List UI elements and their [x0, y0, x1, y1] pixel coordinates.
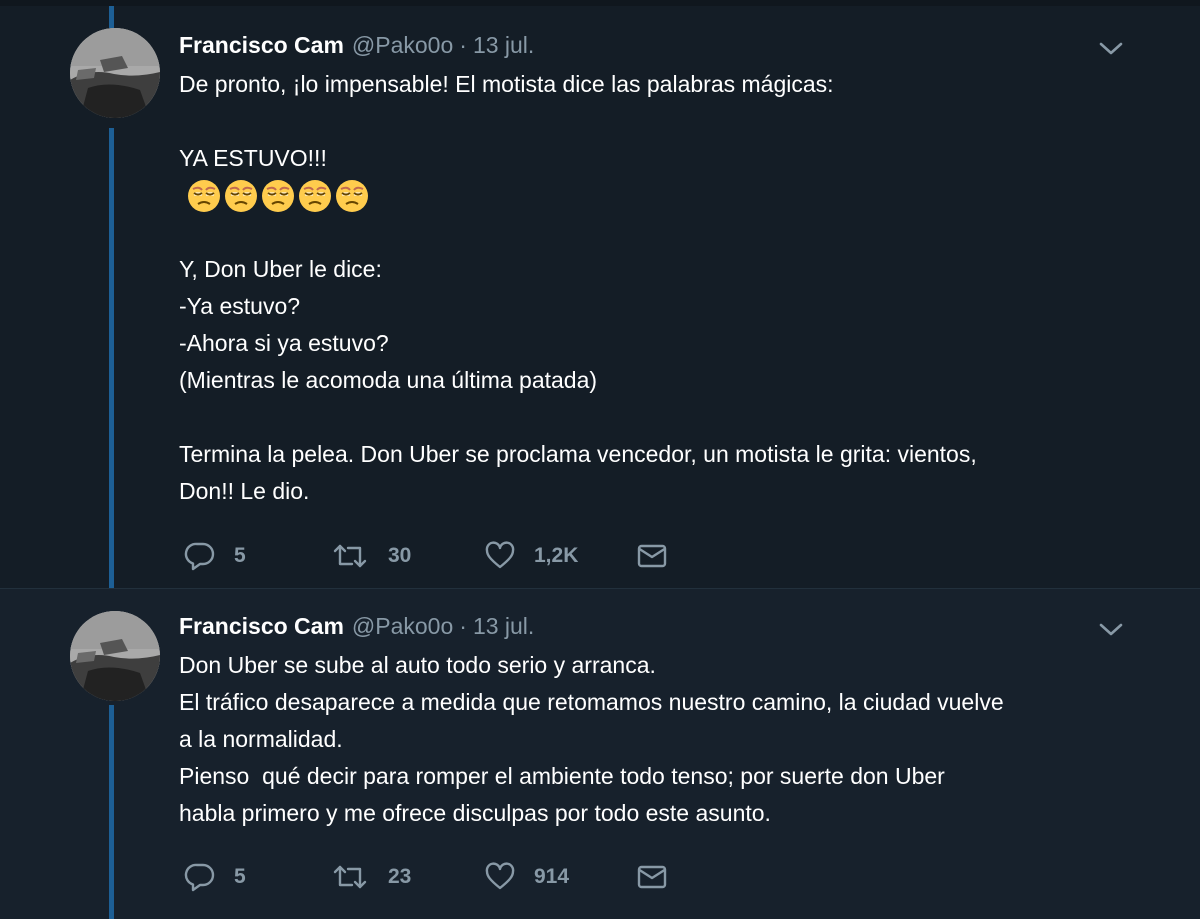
- thread-line: [109, 128, 114, 588]
- tweet-line: YA ESTUVO!!!: [179, 145, 327, 171]
- tweet-1[interactable]: Francisco Cam @Pako0o · 13 jul. De pront…: [0, 6, 1200, 588]
- separator: ·: [459, 32, 467, 58]
- tweet-line: Y, Don Uber le dice:: [179, 256, 382, 282]
- tweet-line: -Ya estuvo?: [179, 293, 301, 319]
- tweet-text: De pronto, ¡lo impensable! El motista di…: [179, 66, 1139, 510]
- reply-count: 5: [234, 544, 246, 567]
- thread-line: [109, 6, 114, 28]
- direct-message-button[interactable]: [636, 861, 668, 893]
- tweet-header: Francisco Cam @Pako0o · 13 jul.: [179, 613, 534, 641]
- tweet-actions: 5 30 1,2K: [184, 540, 704, 572]
- tweet-date[interactable]: 13 jul.: [473, 613, 534, 640]
- avatar-image: [70, 611, 160, 701]
- avatar-image: [70, 28, 160, 118]
- envelope-icon: [637, 544, 667, 568]
- retweet-icon: [333, 544, 367, 568]
- author-handle[interactable]: @Pako0o: [352, 32, 453, 59]
- like-count: 1,2K: [534, 544, 579, 567]
- thread-line: [109, 705, 114, 919]
- unamused-face-icon: [188, 179, 220, 212]
- separator: ·: [459, 613, 467, 639]
- retweet-button[interactable]: 30: [332, 540, 411, 572]
- tweet-2[interactable]: Francisco Cam @Pako0o · 13 jul. Don Uber…: [0, 588, 1200, 919]
- tweet-header: Francisco Cam @Pako0o · 13 jul.: [179, 32, 534, 60]
- avatar[interactable]: [70, 28, 160, 118]
- author-name[interactable]: Francisco Cam: [179, 613, 344, 640]
- reply-icon: [184, 542, 215, 571]
- envelope-icon: [637, 865, 667, 889]
- tweet-date[interactable]: 13 jul.: [473, 32, 534, 59]
- emoji-row: [179, 177, 1139, 214]
- reply-count: 5: [234, 865, 246, 888]
- retweet-icon: [333, 865, 367, 889]
- retweet-count: 30: [388, 544, 412, 567]
- tweet-line: habla primero y me ofrece disculpas por …: [179, 800, 771, 826]
- retweet-button[interactable]: 23: [332, 861, 411, 893]
- like-button[interactable]: 914: [484, 861, 569, 893]
- tweet-line: El tráfico desaparece a medida que retom…: [179, 689, 1004, 715]
- tweet-line: Don!! Le dio.: [179, 478, 310, 504]
- tweet-line: a la normalidad.: [179, 726, 343, 752]
- heart-icon: [485, 862, 515, 890]
- heart-icon: [485, 541, 515, 569]
- author-name[interactable]: Francisco Cam: [179, 32, 344, 59]
- direct-message-button[interactable]: [636, 540, 668, 572]
- tweet-line: (Mientras le acomoda una última patada): [179, 367, 598, 393]
- unamused-face-icon: [299, 179, 331, 212]
- tweet-line: Pienso qué decir para romper el ambiente…: [179, 763, 945, 789]
- tweet-line: -Ahora si ya estuvo?: [179, 330, 389, 356]
- tweet-text: Don Uber se sube al auto todo serio y ar…: [179, 647, 1139, 832]
- tweet-line: Termina la pelea. Don Uber se proclama v…: [179, 441, 977, 467]
- avatar[interactable]: [70, 611, 160, 701]
- tweet-line: Don Uber se sube al auto todo serio y ar…: [179, 652, 656, 678]
- retweet-count: 23: [388, 865, 412, 888]
- author-handle[interactable]: @Pako0o: [352, 613, 453, 640]
- reply-icon: [184, 863, 215, 892]
- reply-button[interactable]: 5: [184, 861, 246, 893]
- chevron-down-icon[interactable]: [1098, 38, 1124, 58]
- tweet-actions: 5 23 914: [184, 861, 704, 893]
- unamused-face-icon: [336, 179, 368, 212]
- unamused-face-icon: [262, 179, 294, 212]
- like-button[interactable]: 1,2K: [484, 540, 578, 572]
- reply-button[interactable]: 5: [184, 540, 246, 572]
- chevron-down-icon[interactable]: [1098, 619, 1124, 639]
- tweet-line: De pronto, ¡lo impensable! El motista di…: [179, 71, 834, 97]
- unamused-face-icon: [225, 179, 257, 212]
- like-count: 914: [534, 865, 570, 888]
